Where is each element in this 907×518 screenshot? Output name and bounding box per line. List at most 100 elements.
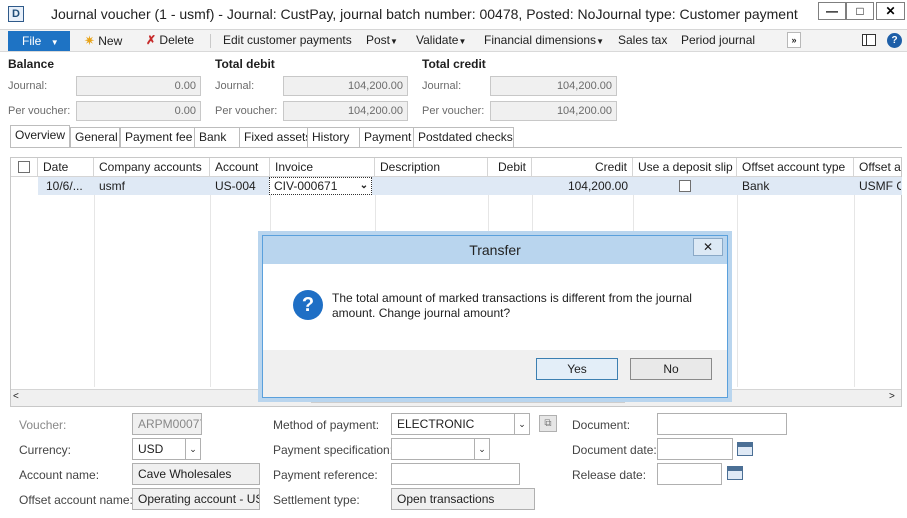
- minimize-button[interactable]: —: [818, 2, 846, 20]
- edit-customer-payments-button[interactable]: Edit customer payments: [223, 33, 352, 47]
- payment-specification-dropdown-button[interactable]: ⌄: [474, 438, 490, 460]
- total-credit-journal-label: Journal:: [422, 80, 462, 92]
- post-menu-button[interactable]: Post▼: [366, 33, 398, 47]
- layout-icon[interactable]: [862, 34, 876, 46]
- total-credit-per-voucher-field: 104,200.00: [490, 101, 617, 121]
- calendar-icon[interactable]: [737, 442, 753, 456]
- tab-overview[interactable]: Overview: [10, 125, 70, 147]
- delete-button[interactable]: ✗ Delete: [146, 33, 194, 47]
- release-date-field[interactable]: [657, 463, 722, 485]
- cell-account[interactable]: US-004: [210, 177, 270, 195]
- account-name-field: Cave Wholesales: [132, 463, 260, 485]
- offset-account-name-label: Offset account name:: [19, 493, 133, 507]
- cell-description[interactable]: [375, 177, 488, 195]
- new-label: New: [98, 34, 123, 48]
- maximize-button[interactable]: □: [846, 2, 874, 20]
- document-field[interactable]: [657, 413, 787, 435]
- tab-postdated-checks[interactable]: Postdated checks: [413, 127, 514, 147]
- dialog-body: ? The total amount of marked transaction…: [263, 264, 727, 350]
- action-pane: File ▼ ✷ New ✗ Delete Edit customer paym…: [0, 30, 907, 52]
- chevron-down-icon: ▼: [596, 37, 604, 46]
- scroll-left-button[interactable]: <: [13, 391, 19, 402]
- chevron-down-icon: ▼: [50, 38, 59, 47]
- close-button[interactable]: ✕: [876, 2, 905, 20]
- balance-journal-label: Journal:: [8, 80, 48, 92]
- cell-date[interactable]: 10/6/...: [41, 177, 94, 195]
- cell-company-accounts[interactable]: usmf: [94, 177, 210, 195]
- total-debit-per-voucher-field: 104,200.00: [283, 101, 408, 121]
- cell-offset-account[interactable]: USMF O: [854, 177, 901, 195]
- select-all-checkbox[interactable]: [18, 161, 30, 173]
- delete-icon: ✗: [146, 33, 157, 47]
- balance-journal-field: 0.00: [76, 76, 201, 96]
- payment-reference-field[interactable]: [391, 463, 520, 485]
- tab-general[interactable]: General: [70, 127, 120, 147]
- validate-label: Validate: [416, 33, 459, 47]
- column-header-account[interactable]: Account: [210, 158, 270, 177]
- invoice-combobox[interactable]: CIV-000671 ⌄: [269, 177, 372, 195]
- cell-debit[interactable]: [488, 177, 532, 195]
- dialog-message: The total amount of marked transactions …: [332, 291, 692, 320]
- total-debit-journal-label: Journal:: [215, 80, 255, 92]
- lookup-icon[interactable]: ⧉: [539, 415, 557, 432]
- tab-payment-fee[interactable]: Payment fee: [120, 127, 204, 147]
- chevron-down-icon[interactable]: ⌄: [357, 178, 371, 194]
- window-titlebar: D Journal voucher (1 - usmf) - Journal: …: [0, 0, 907, 30]
- document-date-label: Document date:: [572, 443, 657, 457]
- chevron-down-icon: ⌄: [189, 444, 197, 454]
- cell-credit[interactable]: 104,200.00: [532, 177, 633, 195]
- calendar-icon[interactable]: [727, 466, 743, 480]
- dialog-close-button[interactable]: ✕: [693, 238, 723, 256]
- financial-dimensions-menu-button[interactable]: Financial dimensions▼: [484, 33, 604, 47]
- column-header-invoice[interactable]: Invoice: [270, 158, 375, 177]
- column-divider: [210, 177, 211, 387]
- post-label: Post: [366, 33, 391, 47]
- column-header-use-deposit-slip[interactable]: Use a deposit slip: [633, 158, 737, 177]
- help-icon[interactable]: ?: [887, 33, 902, 48]
- balance-per-voucher-label: Per voucher:: [8, 105, 71, 117]
- new-button[interactable]: ✷ New: [84, 33, 122, 49]
- sales-tax-button[interactable]: Sales tax: [618, 33, 667, 47]
- currency-field[interactable]: USD: [132, 438, 186, 460]
- tab-payment[interactable]: Payment: [359, 127, 419, 147]
- column-header-offset-account-type[interactable]: Offset account type: [737, 158, 854, 177]
- method-of-payment-field[interactable]: ELECTRONIC: [391, 413, 515, 435]
- select-all-header[interactable]: [11, 158, 38, 177]
- settlement-type-field: Open transactions: [391, 488, 535, 510]
- column-header-date[interactable]: Date: [38, 158, 94, 177]
- validate-menu-button[interactable]: Validate▼: [416, 33, 466, 47]
- release-date-label: Release date:: [572, 468, 647, 482]
- financial-dimensions-label: Financial dimensions: [484, 33, 597, 47]
- deposit-slip-checkbox[interactable]: [679, 180, 691, 192]
- question-icon: ?: [293, 290, 323, 320]
- column-header-company-accounts[interactable]: Company accounts: [94, 158, 210, 177]
- file-menu-button[interactable]: File ▼: [8, 31, 70, 51]
- method-of-payment-dropdown-button[interactable]: ⌄: [514, 413, 530, 435]
- no-button[interactable]: No: [630, 358, 712, 380]
- column-header-debit[interactable]: Debit: [488, 158, 532, 177]
- voucher-field: ARPM00077: [132, 413, 202, 435]
- account-name-label: Account name:: [19, 468, 100, 482]
- toolbar-separator: [210, 34, 211, 48]
- column-divider: [737, 177, 738, 387]
- cell-offset-account-type[interactable]: Bank: [737, 177, 854, 195]
- period-journal-button[interactable]: Period journal: [681, 33, 755, 47]
- column-header-description[interactable]: Description: [375, 158, 488, 177]
- tab-fixed-assets[interactable]: Fixed assets: [239, 127, 311, 147]
- column-header-credit[interactable]: Credit: [532, 158, 633, 177]
- balance-per-voucher-field: 0.00: [76, 101, 201, 121]
- more-actions-button[interactable]: »: [787, 32, 801, 48]
- total-credit-journal-field: 104,200.00: [490, 76, 617, 96]
- payment-specification-field[interactable]: [391, 438, 475, 460]
- window-title: Journal voucher (1 - usmf) - Journal: Cu…: [51, 6, 798, 22]
- column-header-offset-account[interactable]: Offset a: [854, 158, 901, 177]
- currency-dropdown-button[interactable]: ⌄: [185, 438, 201, 460]
- tab-bank[interactable]: Bank: [194, 127, 244, 147]
- tab-divider: [10, 147, 902, 148]
- tab-history[interactable]: History: [307, 127, 361, 147]
- scroll-right-button[interactable]: >: [889, 391, 895, 402]
- chevron-down-icon: ⌄: [478, 444, 486, 454]
- column-divider: [94, 177, 95, 387]
- yes-button[interactable]: Yes: [536, 358, 618, 380]
- document-date-field[interactable]: [657, 438, 733, 460]
